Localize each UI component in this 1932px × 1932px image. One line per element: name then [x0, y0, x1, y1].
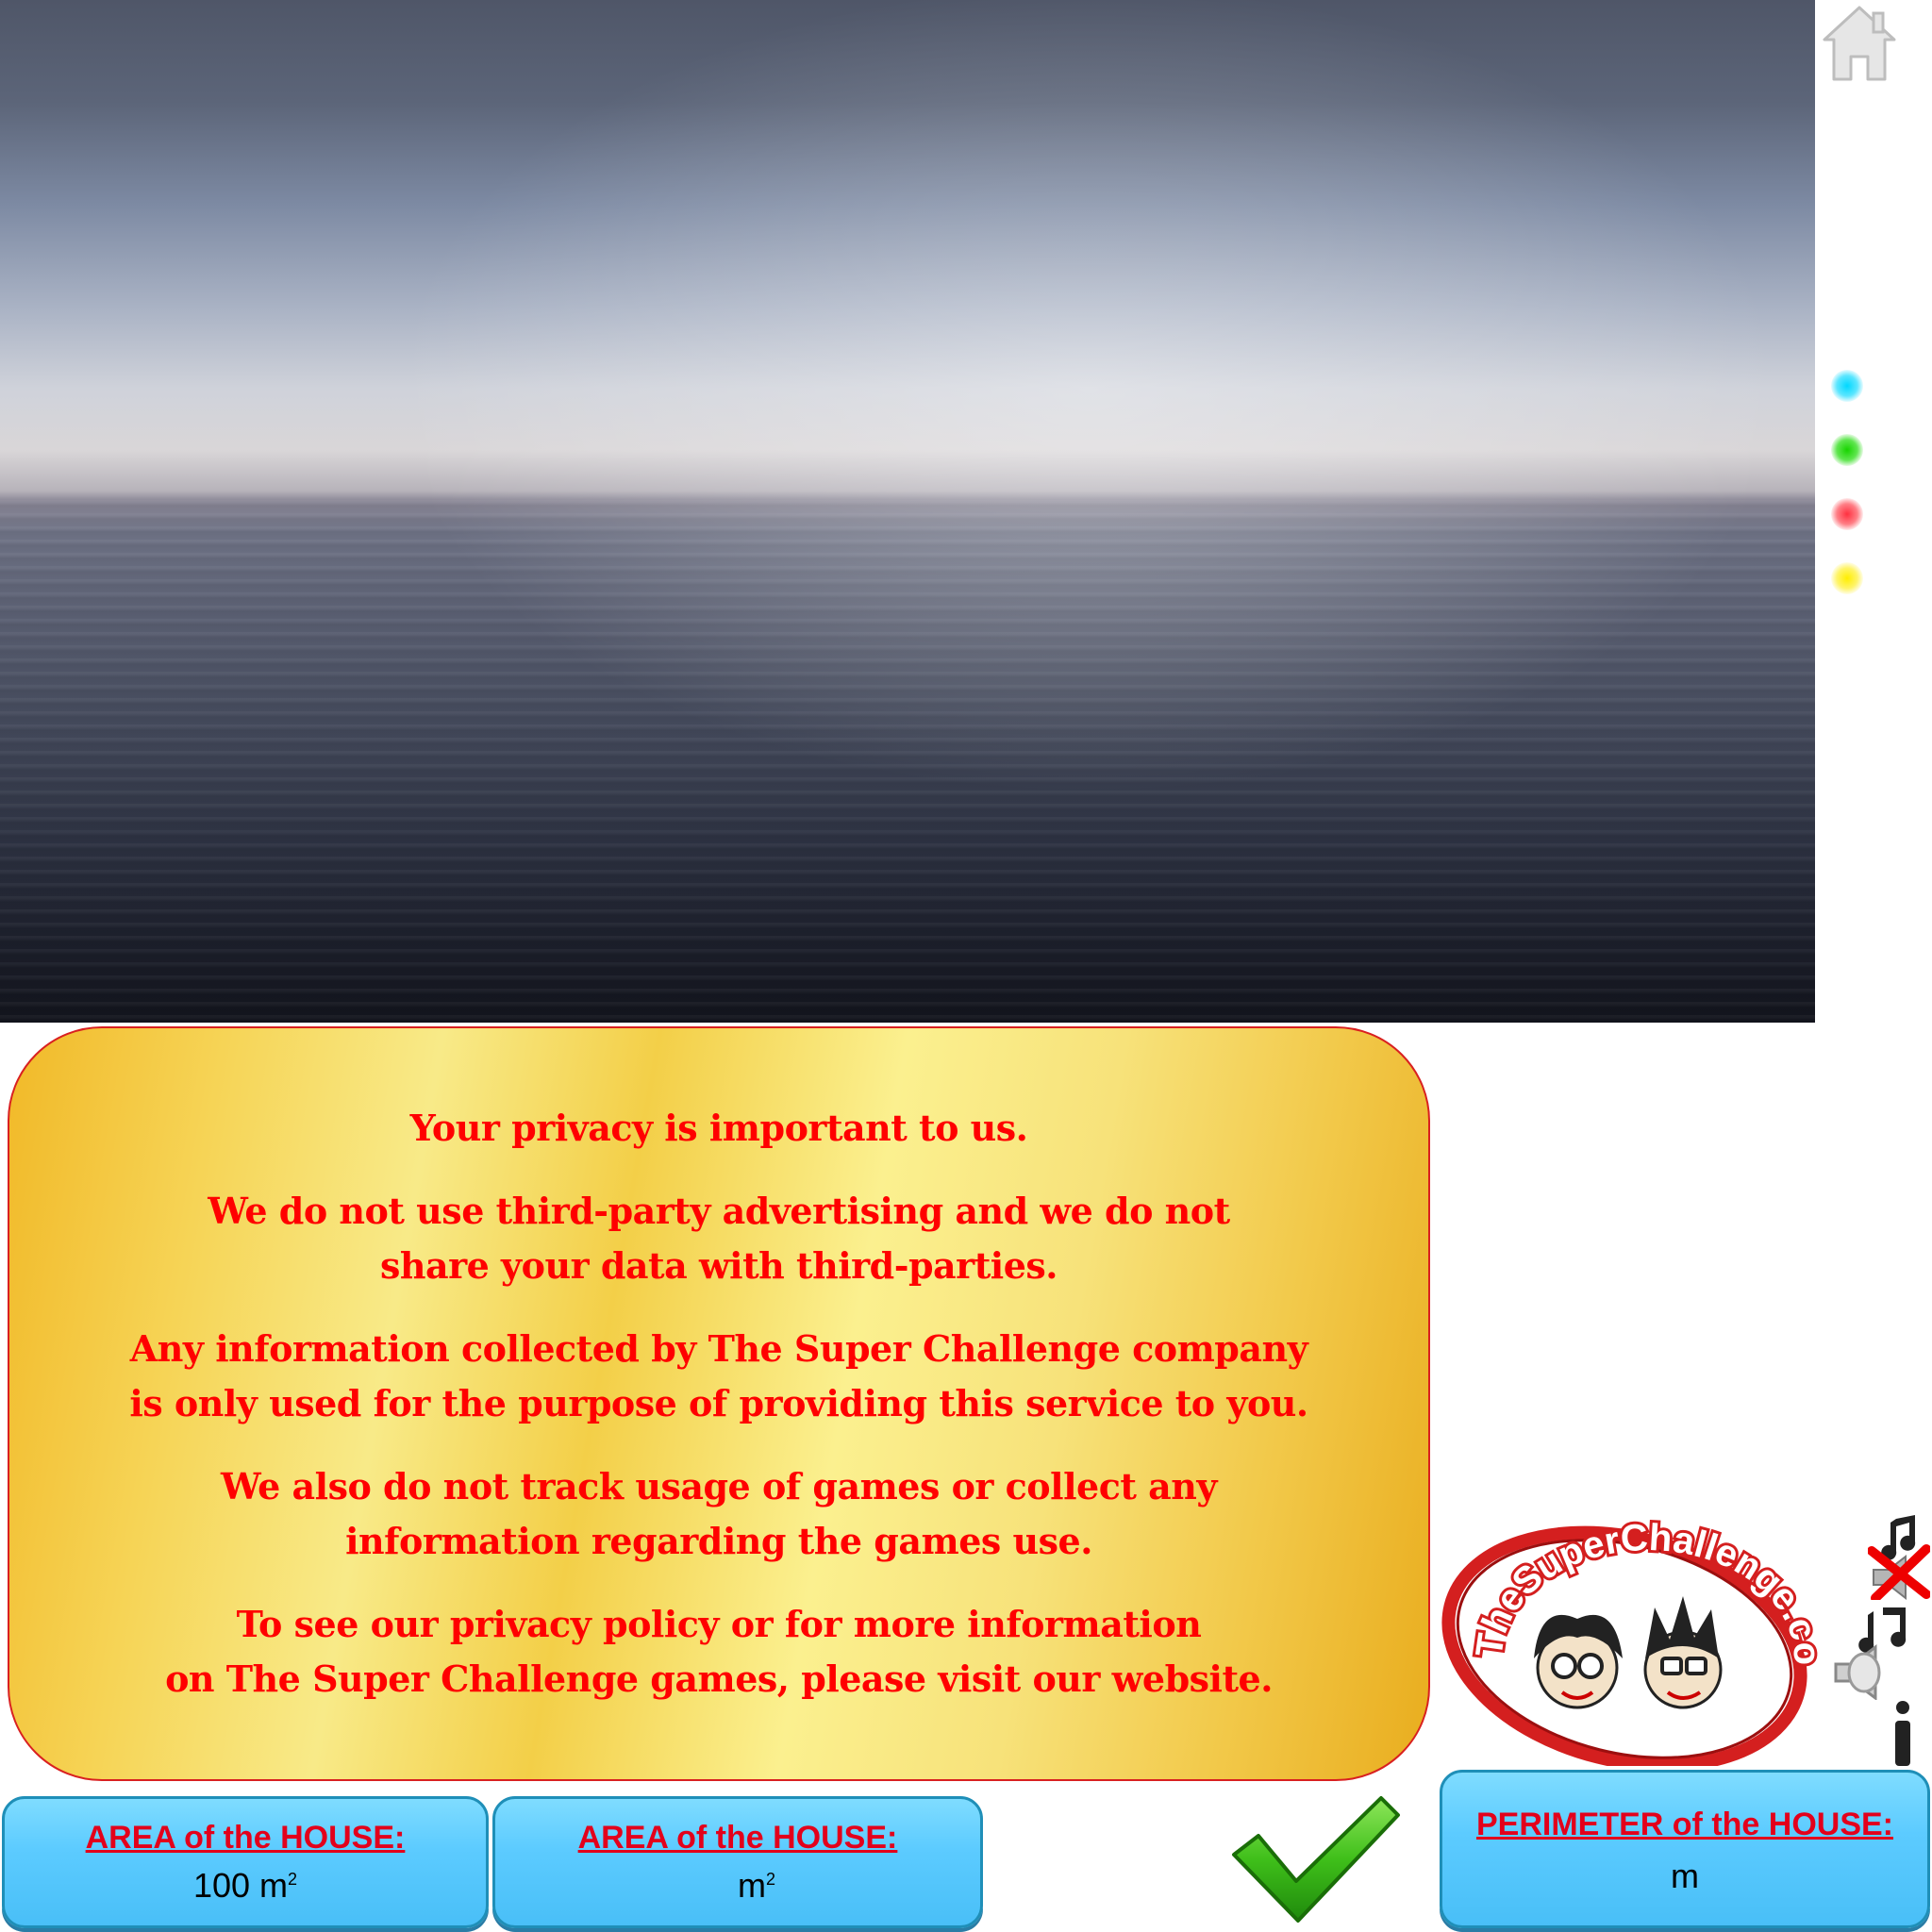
area-given-title: AREA of the HOUSE:	[85, 1820, 406, 1856]
area-answer-box[interactable]: AREA of the HOUSE: m2	[492, 1796, 983, 1928]
the-super-challenge-logo: TheSuperChallenge.com	[1436, 1517, 1819, 1766]
perimeter-answer-box[interactable]: PERIMETER of the HOUSE: m	[1440, 1770, 1930, 1928]
logo-text: TheSuperChallenge.com	[1436, 1517, 1819, 1666]
privacy-line-5: To see our privacy policy or for more in…	[165, 1603, 1273, 1700]
privacy-line-1: Your privacy is important to us.	[409, 1107, 1028, 1149]
privacy-notice-panel: Your privacy is important to us. We do n…	[8, 1026, 1430, 1781]
area-given-box: AREA of the HOUSE: 100 m2	[2, 1796, 489, 1928]
logo-faces	[1534, 1596, 1723, 1709]
color-dot-yellow[interactable]	[1831, 562, 1863, 594]
info-icon[interactable]	[1889, 1700, 1917, 1768]
background-seascape	[0, 0, 1815, 1023]
area-given-value: 100 m2	[192, 1866, 298, 1905]
area-answer-title: AREA of the HOUSE:	[577, 1820, 898, 1856]
color-dot-red[interactable]	[1831, 498, 1863, 530]
privacy-line-3: Any information collected by The Super C…	[129, 1327, 1308, 1424]
privacy-line-4: We also do not track usage of games or c…	[221, 1465, 1217, 1562]
privacy-line-2: We do not use third-party advertising an…	[208, 1190, 1230, 1287]
speaker-music-icon[interactable]	[1828, 1606, 1917, 1700]
music-mute-icon[interactable]	[1868, 1513, 1930, 1600]
perimeter-title: PERIMETER of the HOUSE:	[1475, 1807, 1894, 1842]
area-answer-input[interactable]: m2	[495, 1866, 980, 1906]
perimeter-input[interactable]: m	[1442, 1857, 1927, 1896]
checkmark-icon[interactable]	[1230, 1794, 1402, 1926]
color-dot-cyan[interactable]	[1831, 370, 1863, 402]
color-dot-green[interactable]	[1831, 434, 1863, 466]
home-icon[interactable]	[1819, 2, 1900, 83]
